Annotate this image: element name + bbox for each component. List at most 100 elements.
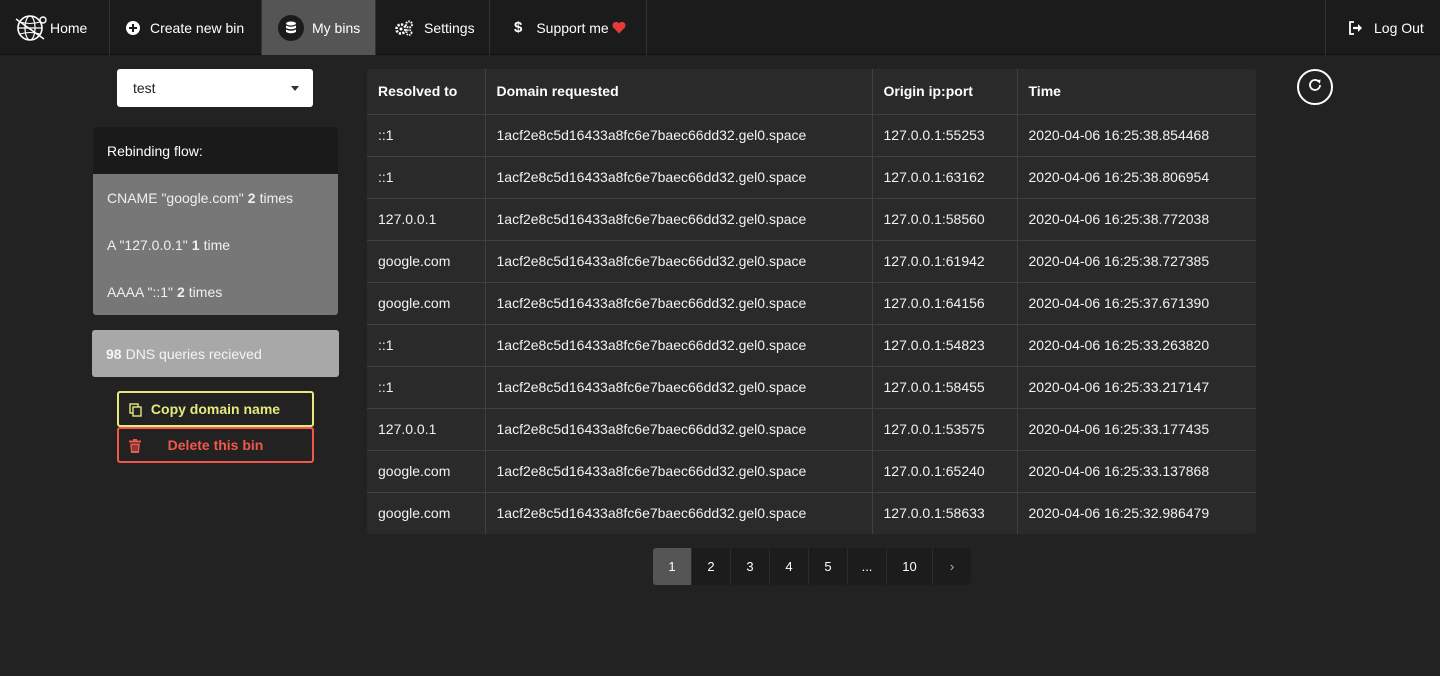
nav-settings[interactable]: Settings	[376, 0, 490, 55]
copy-domain-label: Copy domain name	[150, 401, 281, 417]
cell-time: 2020-04-06 16:25:33.177435	[1017, 408, 1256, 451]
cell-origin: 127.0.0.1:65240	[872, 450, 1018, 493]
cell-resolved-to: google.com	[367, 240, 486, 283]
cell-resolved-to: google.com	[367, 282, 486, 325]
dns-queries-counter: 98 DNS queries recieved	[92, 330, 339, 377]
cell-time: 2020-04-06 16:25:33.137868	[1017, 450, 1256, 493]
cell-resolved-to: 127.0.0.1	[367, 408, 486, 451]
cell-domain-requested: 1acf2e8c5d16433a8fc6e7baec66dd32.gel0.sp…	[485, 408, 873, 451]
flow-suffix: times	[259, 189, 294, 206]
table-header-row: Resolved to Domain requested Origin ip:p…	[367, 69, 1256, 115]
top-navbar: Home Create new bin My bins Settings $ S…	[0, 0, 1440, 55]
refresh-button[interactable]	[1297, 69, 1333, 105]
cell-domain-requested: 1acf2e8c5d16433a8fc6e7baec66dd32.gel0.sp…	[485, 156, 873, 199]
column-header-origin: Origin ip:port	[872, 69, 1018, 115]
copy-domain-button[interactable]: Copy domain name	[117, 391, 314, 427]
trash-icon	[129, 439, 141, 456]
cell-origin: 127.0.0.1:55253	[872, 114, 1018, 157]
cell-domain-requested: 1acf2e8c5d16433a8fc6e7baec66dd32.gel0.sp…	[485, 240, 873, 283]
cell-time: 2020-04-06 16:25:38.727385	[1017, 240, 1256, 283]
cell-time: 2020-04-06 16:25:38.854468	[1017, 114, 1256, 157]
cell-origin: 127.0.0.1:64156	[872, 282, 1018, 325]
cell-time: 2020-04-06 16:25:33.217147	[1017, 366, 1256, 409]
caret-down-icon	[291, 86, 299, 91]
nav-home-label: Home	[50, 19, 88, 36]
pagination-page[interactable]: 2	[692, 548, 731, 585]
pagination-page[interactable]: 3	[731, 548, 770, 585]
flow-suffix: times	[188, 283, 223, 300]
cell-time: 2020-04-06 16:25:38.772038	[1017, 198, 1256, 241]
cell-origin: 127.0.0.1:54823	[872, 324, 1018, 367]
bin-select[interactable]: test	[117, 69, 313, 107]
nav-settings-label: Settings	[424, 19, 475, 36]
rebinding-flow-item: CNAME "google.com" 2 times	[93, 174, 338, 221]
cell-time: 2020-04-06 16:25:32.986479	[1028, 505, 1210, 522]
nav-my-bins[interactable]: My bins	[262, 0, 376, 55]
nav-support-label: Support me	[536, 19, 609, 36]
globe-logo-icon	[14, 11, 48, 45]
cell-resolved-to: ::1	[367, 114, 486, 157]
cell-origin: 127.0.0.1:58633	[872, 492, 1018, 534]
table-row: google.com 1acf2e8c5d16433a8fc6e7baec66dd…	[367, 450, 1256, 493]
dns-queries-table: Resolved to Domain requested Origin ip:p…	[367, 69, 1256, 534]
sign-out-icon	[1348, 20, 1364, 35]
database-icon	[278, 14, 304, 41]
nav-support-me[interactable]: $ Support me	[490, 0, 647, 55]
cell-domain-requested: 1acf2e8c5d16433a8fc6e7baec66dd32.gel0.sp…	[485, 492, 873, 534]
nav-create-new-bin[interactable]: Create new bin	[110, 0, 262, 55]
cell-time: 2020-04-06 16:25:33.263820	[1017, 324, 1256, 367]
pagination-next[interactable]: ›	[933, 548, 971, 585]
flow-record: A "127.0.0.1"	[107, 236, 188, 253]
rebinding-flow-item: AAAA "::1" 2 times	[93, 268, 338, 315]
pagination-page[interactable]: 10	[887, 548, 933, 585]
flow-suffix: time	[203, 236, 231, 253]
cell-resolved-to: ::1	[367, 324, 486, 367]
flow-record: CNAME "google.com"	[107, 189, 244, 206]
table-row: google.com 1acf2e8c5d16433a8fc6e7baec66dd…	[367, 492, 1256, 534]
dns-queries-count: 98	[106, 345, 122, 362]
pagination-page[interactable]: 4	[770, 548, 809, 585]
rebinding-flow-panel: Rebinding flow: CNAME "google.com" 2 tim…	[93, 127, 338, 315]
cell-resolved-to: ::1	[367, 366, 486, 409]
table-row: 127.0.0.1 1acf2e8c5d16433a8fc6e7baec66dd3…	[367, 408, 1256, 451]
cell-domain-requested: 1acf2e8c5d16433a8fc6e7baec66dd32.gel0.sp…	[485, 324, 873, 367]
column-header-domain: Domain requested	[485, 69, 873, 115]
cell-time: 2020-04-06 16:25:37.671390	[1017, 282, 1256, 325]
table-row: ::1 1acf2e8c5d16433a8fc6e7baec66dd32.gel0…	[367, 114, 1256, 157]
cell-origin: 127.0.0.1:58560	[872, 198, 1018, 241]
delete-bin-label: Delete this bin	[167, 437, 264, 453]
cell-time: 2020-04-06 16:25:38.806954	[1017, 156, 1256, 199]
bin-select-value: test	[133, 80, 156, 96]
cell-resolved-to: google.com	[367, 492, 486, 534]
pagination-page[interactable]: 1	[653, 548, 692, 585]
table-row: ::1 1acf2e8c5d16433a8fc6e7baec66dd32.gel0…	[367, 156, 1256, 199]
table-row: 127.0.0.1 1acf2e8c5d16433a8fc6e7baec66dd3…	[367, 198, 1256, 241]
dollar-icon: $	[514, 19, 523, 36]
rebinding-flow-item: A "127.0.0.1" 1 time	[93, 221, 338, 268]
cell-origin: 127.0.0.1:53575	[872, 408, 1018, 451]
nav-log-out[interactable]: Log Out	[1325, 0, 1440, 55]
pagination-page[interactable]: ...	[848, 548, 887, 585]
gears-icon	[394, 20, 414, 36]
cell-origin: 127.0.0.1:61942	[872, 240, 1018, 283]
nav-create-label: Create new bin	[150, 19, 245, 36]
cell-domain-requested: 1acf2e8c5d16433a8fc6e7baec66dd32.gel0.sp…	[485, 366, 873, 409]
pagination-page[interactable]: 5	[809, 548, 848, 585]
cell-origin: 127.0.0.1:58455	[872, 366, 1018, 409]
refresh-icon	[1307, 77, 1323, 98]
cell-domain-requested: 1acf2e8c5d16433a8fc6e7baec66dd32.gel0.sp…	[485, 450, 873, 493]
flow-record: AAAA "::1"	[107, 283, 173, 300]
table-row: ::1 1acf2e8c5d16433a8fc6e7baec66dd32.gel0…	[367, 366, 1256, 409]
cell-resolved-to: 127.0.0.1	[367, 198, 486, 241]
dns-queries-label: DNS queries recieved	[125, 345, 262, 362]
nav-logout-label: Log Out	[1374, 19, 1424, 36]
nav-home[interactable]: Home	[0, 0, 110, 55]
cell-domain-requested: 1acf2e8c5d16433a8fc6e7baec66dd32.gel0.sp…	[485, 114, 873, 157]
heart-icon	[612, 21, 626, 34]
cell-resolved-to: google.com	[367, 450, 486, 493]
copy-icon	[129, 403, 142, 420]
delete-bin-button[interactable]: Delete this bin	[117, 427, 314, 463]
flow-count: 2	[247, 189, 256, 206]
table-row: google.com 1acf2e8c5d16433a8fc6e7baec66dd…	[367, 282, 1256, 325]
flow-count: 2	[176, 283, 185, 300]
